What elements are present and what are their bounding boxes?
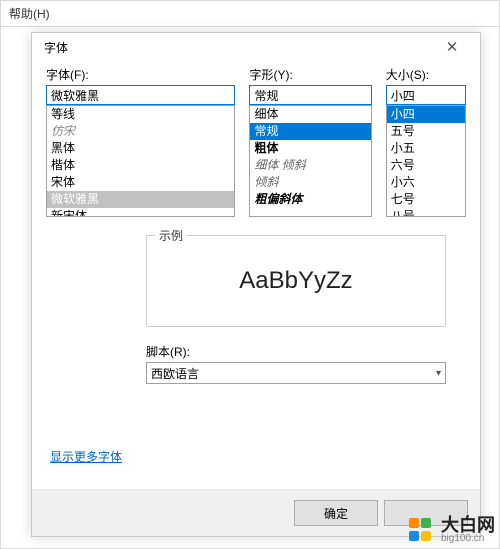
- sample-group: 示例 AaBbYyZz: [146, 235, 446, 327]
- menu-bar: 帮助(H): [0, 0, 500, 26]
- style-input[interactable]: [249, 85, 371, 105]
- size-listbox[interactable]: 小四五号小五六号小六七号八号: [386, 105, 466, 217]
- list-item[interactable]: 仿宋: [47, 123, 234, 140]
- font-input[interactable]: [46, 85, 235, 105]
- style-column: 字形(Y): 细体常规粗体细体 倾斜倾斜粗偏斜体: [249, 66, 371, 217]
- list-item[interactable]: 微软雅黑: [47, 191, 234, 208]
- list-item[interactable]: 等线: [47, 106, 234, 123]
- size-input[interactable]: [386, 85, 466, 105]
- list-item[interactable]: 粗偏斜体: [250, 191, 370, 208]
- font-label: 字体(F):: [46, 66, 235, 83]
- watermark: 大白网 big100.cn: [409, 516, 495, 544]
- list-item[interactable]: 新宋体: [47, 208, 234, 217]
- list-item[interactable]: 细体: [250, 106, 370, 123]
- font-listbox[interactable]: 等线仿宋黑体楷体宋体微软雅黑新宋体: [46, 105, 235, 217]
- list-item[interactable]: 五号: [387, 123, 465, 140]
- dialog-title: 字体: [44, 39, 68, 56]
- style-listbox[interactable]: 细体常规粗体细体 倾斜倾斜粗偏斜体: [249, 105, 371, 217]
- sample-text: AaBbYyZz: [239, 267, 352, 295]
- list-item[interactable]: 黑体: [47, 140, 234, 157]
- script-label: 脚本(R):: [146, 343, 446, 360]
- list-item[interactable]: 八号: [387, 208, 465, 217]
- font-dialog: 字体 ✕ 字体(F): 等线仿宋黑体楷体宋体微软雅黑新宋体 字形(Y): 细体常…: [31, 32, 481, 537]
- size-label: 大小(S):: [386, 66, 466, 83]
- script-value: 西欧语言: [151, 365, 199, 382]
- close-icon[interactable]: ✕: [432, 40, 472, 55]
- dialog-content: 字体(F): 等线仿宋黑体楷体宋体微软雅黑新宋体 字形(Y): 细体常规粗体细体…: [32, 62, 480, 489]
- watermark-brand: 大白网: [441, 516, 495, 534]
- list-item[interactable]: 宋体: [47, 174, 234, 191]
- watermark-logo-icon: [409, 518, 433, 542]
- list-item[interactable]: 细体 倾斜: [250, 157, 370, 174]
- list-item[interactable]: 小六: [387, 174, 465, 191]
- list-item[interactable]: 六号: [387, 157, 465, 174]
- style-label: 字形(Y):: [249, 66, 371, 83]
- list-item[interactable]: 粗体: [250, 140, 370, 157]
- list-item[interactable]: 楷体: [47, 157, 234, 174]
- menu-help[interactable]: 帮助(H): [9, 7, 50, 21]
- list-item[interactable]: 小五: [387, 140, 465, 157]
- ok-button[interactable]: 确定: [294, 500, 378, 526]
- list-item[interactable]: 常规: [250, 123, 370, 140]
- watermark-url: big100.cn: [441, 534, 495, 544]
- chevron-down-icon: ▾: [436, 368, 441, 379]
- size-column: 大小(S): 小四五号小五六号小六七号八号: [386, 66, 466, 217]
- font-column: 字体(F): 等线仿宋黑体楷体宋体微软雅黑新宋体: [46, 66, 235, 217]
- more-fonts-row: 显示更多字体: [46, 434, 466, 479]
- more-fonts-link[interactable]: 显示更多字体: [50, 450, 122, 464]
- sample-legend: 示例: [155, 227, 187, 244]
- script-select[interactable]: 西欧语言 ▾: [146, 362, 446, 384]
- list-item[interactable]: 七号: [387, 191, 465, 208]
- list-item[interactable]: 小四: [387, 106, 465, 123]
- script-row: 脚本(R): 西欧语言 ▾: [146, 343, 446, 384]
- dialog-titlebar: 字体 ✕: [32, 33, 480, 62]
- list-item[interactable]: 倾斜: [250, 174, 370, 191]
- app-background: 字体 ✕ 字体(F): 等线仿宋黑体楷体宋体微软雅黑新宋体 字形(Y): 细体常…: [0, 26, 500, 549]
